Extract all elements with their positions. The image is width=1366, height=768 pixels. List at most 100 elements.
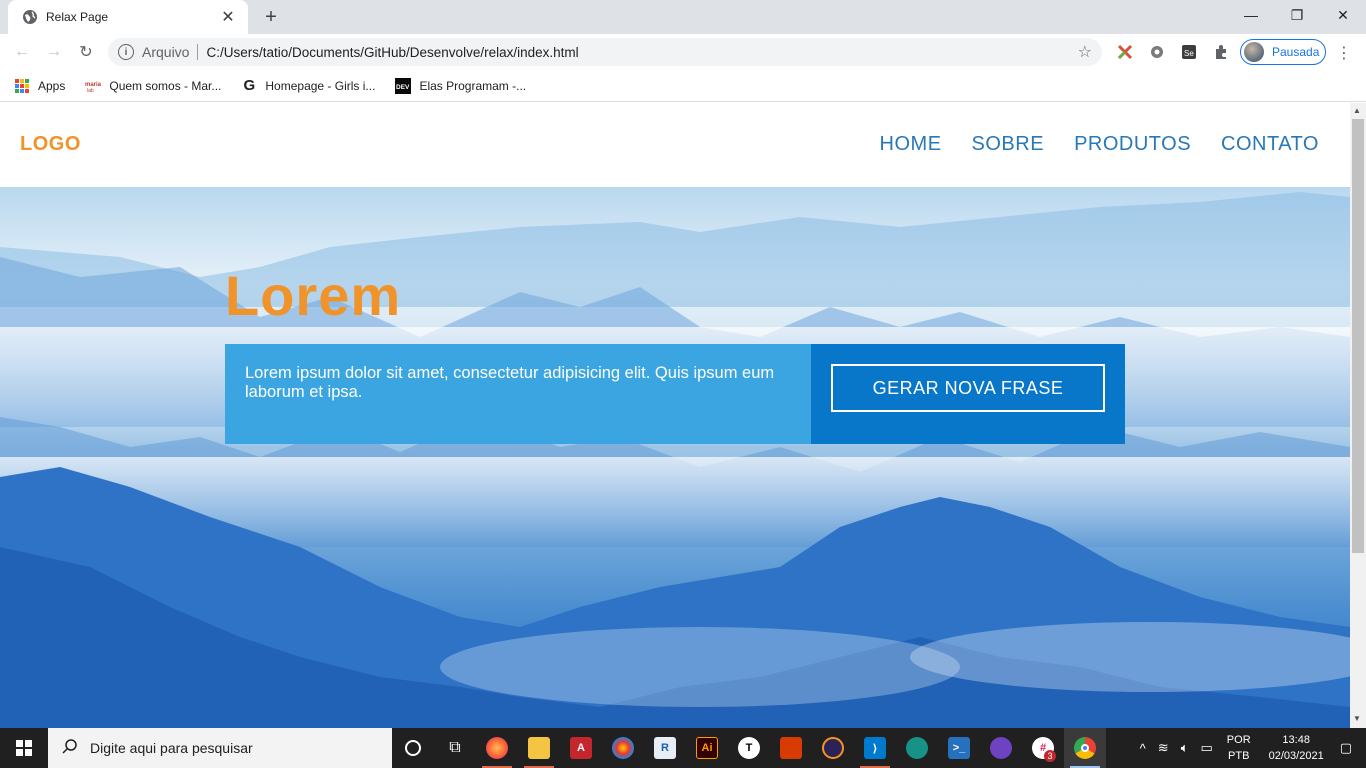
bookmark-elas-programam[interactable]: DEV Elas Programam -... <box>395 77 526 94</box>
quote-box: Lorem ipsum dolor sit amet, consectetur … <box>225 344 811 444</box>
back-button[interactable]: ← <box>8 38 36 66</box>
avatar <box>1244 42 1264 62</box>
clock-time: 13:48 <box>1282 734 1310 746</box>
volume-icon[interactable]: 🔈︎ <box>1181 740 1189 756</box>
autocad-icon: A <box>570 737 592 759</box>
davinci-app[interactable] <box>602 728 644 768</box>
browser-tab-strip: Relax Page ✕ + — ❐ ✕ <box>0 0 1366 34</box>
firefox-app[interactable] <box>476 728 518 768</box>
bookmark-apps[interactable]: Apps <box>14 78 65 94</box>
lang-bottom: PTB <box>1228 750 1250 762</box>
search-placeholder: Digite aqui para pesquisar <box>90 740 253 756</box>
site-header: LOGO HOME SOBRE PRODUTOS CONTATO <box>0 103 1350 187</box>
mountain-background <box>0 192 1350 728</box>
browser-tab-active[interactable]: Relax Page ✕ <box>8 0 248 34</box>
scroll-up-icon[interactable]: ▲ <box>1353 106 1361 115</box>
wifi-icon[interactable]: ≋ <box>1158 740 1169 756</box>
bookmark-label: Homepage - Girls i... <box>265 78 376 93</box>
reload-icon: ↻ <box>79 44 93 61</box>
revit-app[interactable]: R <box>644 728 686 768</box>
windows-icon <box>16 740 32 756</box>
globe-icon <box>22 9 38 25</box>
battery-icon[interactable]: ▭ <box>1201 740 1213 756</box>
nav-home[interactable]: HOME <box>880 133 942 156</box>
task-view-button[interactable]: ⧉ <box>434 728 476 768</box>
omnibox-separator <box>197 44 199 60</box>
bookmarks-bar: Apps maria lab Quem somos - Mar... G Home… <box>0 70 1366 102</box>
extension-x-icon[interactable] <box>1116 43 1134 61</box>
vscode-app[interactable]: ⟩ <box>854 728 896 768</box>
tab-title: Relax Page <box>46 10 109 24</box>
svg-text:Se: Se <box>1184 49 1194 58</box>
generate-phrase-button[interactable]: GERAR NOVA FRASE <box>831 364 1105 412</box>
close-window-button[interactable]: ✕ <box>1320 0 1366 30</box>
taskbar-search[interactable]: Digite aqui para pesquisar <box>48 728 392 768</box>
svg-text:DEV: DEV <box>396 84 410 91</box>
autocad-app[interactable]: A <box>560 728 602 768</box>
github-desktop-app[interactable] <box>980 728 1022 768</box>
site-nav: HOME SOBRE PRODUTOS CONTATO <box>880 133 1319 156</box>
scroll-thumb[interactable] <box>1352 119 1364 553</box>
close-icon: ✕ <box>1337 6 1349 23</box>
plus-icon: + <box>265 6 277 28</box>
button-panel: GERAR NOVA FRASE <box>811 344 1125 444</box>
bookmark-label: Quem somos - Mar... <box>109 78 222 93</box>
powershell-icon: >_ <box>948 737 970 759</box>
puzzle-icon[interactable] <box>1212 43 1230 61</box>
url-text[interactable]: C:/Users/tatio/Documents/GitHub/Desenvol… <box>206 45 1077 60</box>
extension-selenium-icon[interactable]: Se <box>1180 43 1198 61</box>
forward-button[interactable]: → <box>40 38 68 66</box>
notifications-icon[interactable]: ▢ <box>1340 740 1352 756</box>
bookmark-label: Apps <box>38 78 66 93</box>
search-icon <box>62 738 78 759</box>
minimize-button[interactable]: — <box>1228 0 1274 30</box>
close-tab-icon[interactable]: ✕ <box>218 7 238 27</box>
illustrator-icon: Ai <box>696 737 718 759</box>
new-tab-button[interactable]: + <box>260 6 282 28</box>
restore-icon: ❐ <box>1290 6 1304 23</box>
site-logo[interactable]: LOGO <box>20 133 81 156</box>
nav-sobre[interactable]: SOBRE <box>972 133 1045 156</box>
clock-date: 02/03/2021 <box>1268 750 1324 762</box>
omnibox-label: Arquivo <box>142 44 190 60</box>
eclipse-app[interactable] <box>812 728 854 768</box>
nav-produtos[interactable]: PRODUTOS <box>1074 133 1191 156</box>
typora-app[interactable]: T <box>728 728 770 768</box>
task-view-icon: ⧉ <box>449 739 461 756</box>
slack-app[interactable]: #3 <box>1022 728 1064 768</box>
extension-gear-icon[interactable] <box>1148 43 1166 61</box>
vscode-icon: ⟩ <box>864 737 886 759</box>
menu-dots-icon[interactable]: ⋮ <box>1336 43 1352 63</box>
scroll-down-icon[interactable]: ▼ <box>1353 714 1361 723</box>
office-app[interactable] <box>770 728 812 768</box>
chrome-app[interactable] <box>1064 728 1106 768</box>
powershell-app[interactable]: >_ <box>938 728 980 768</box>
lang-top: POR <box>1226 734 1251 746</box>
bookmark-girls[interactable]: G Homepage - Girls i... <box>241 77 376 94</box>
bookmark-quem-somos[interactable]: maria lab Quem somos - Mar... <box>85 78 221 94</box>
start-button[interactable] <box>0 728 48 768</box>
system-tray: ^ ≋ 🔈︎ ▭ POR PTB 13:48 02/03/2021 ▢ <box>1134 728 1366 768</box>
reload-button[interactable]: ↻ <box>72 38 100 66</box>
info-icon[interactable]: i <box>118 44 134 60</box>
cortana-button[interactable] <box>392 728 434 768</box>
language-indicator[interactable]: POR PTB <box>1227 732 1251 764</box>
gitkraken-icon <box>906 737 928 759</box>
star-icon[interactable]: ☆ <box>1078 42 1092 62</box>
gitkraken-app[interactable] <box>896 728 938 768</box>
clock[interactable]: 13:48 02/03/2021 <box>1269 732 1324 764</box>
nav-contato[interactable]: CONTATO <box>1221 133 1319 156</box>
maria-icon: maria lab <box>85 78 101 94</box>
restore-button[interactable]: ❐ <box>1274 0 1320 30</box>
github-icon <box>990 737 1012 759</box>
illustrator-app[interactable]: Ai <box>686 728 728 768</box>
dev-icon: DEV <box>395 77 412 94</box>
page-scrollbar[interactable]: ▲ ▼ <box>1350 103 1366 728</box>
file-explorer-app[interactable] <box>518 728 560 768</box>
profile-button[interactable]: Pausada <box>1240 39 1326 65</box>
address-bar[interactable]: i Arquivo C:/Users/tatio/Documents/GitHu… <box>108 38 1102 66</box>
minimize-icon: — <box>1244 7 1258 23</box>
hero-title: Lorem <box>225 264 402 327</box>
browser-toolbar: ← → ↻ i Arquivo C:/Users/tatio/Documents… <box>0 34 1366 70</box>
chevron-up-icon[interactable]: ^ <box>1140 741 1146 756</box>
